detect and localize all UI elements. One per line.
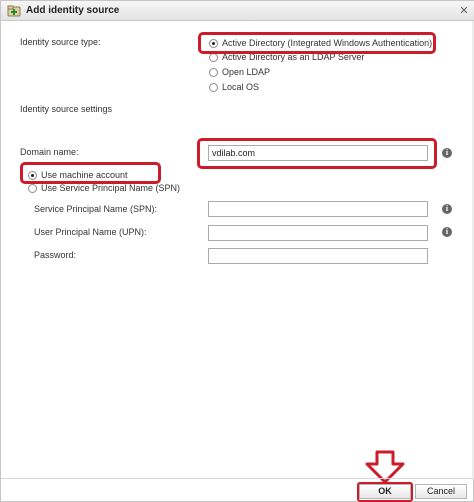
info-icon[interactable]: i (442, 148, 452, 158)
radio-button[interactable] (28, 183, 37, 193)
cancel-button[interactable]: Cancel (415, 484, 467, 499)
radio-local-os[interactable]: Local OS (209, 80, 259, 94)
radio-button[interactable] (28, 170, 37, 180)
radio-label: Use Service Principal Name (SPN) (41, 183, 181, 193)
footer-divider (1, 478, 474, 479)
domain-name-field[interactable] (208, 145, 428, 161)
add-identity-source-dialog: Add identity source ✕ Identity source ty… (0, 0, 474, 502)
radio-label: Active Directory as an LDAP Server (222, 52, 365, 62)
ok-button[interactable]: OK (359, 484, 411, 499)
close-icon[interactable]: ✕ (457, 4, 471, 18)
spn-field[interactable] (208, 201, 428, 217)
identity-source-settings-heading: Identity source settings (20, 104, 113, 114)
radio-use-spn[interactable]: Use Service Principal Name (SPN) (28, 181, 180, 195)
add-directory-icon (7, 4, 21, 18)
dialog-titlebar: Add identity source ✕ (1, 1, 474, 21)
radio-button[interactable] (209, 38, 218, 48)
radio-label: Open LDAP (222, 67, 271, 77)
radio-button[interactable] (209, 67, 218, 77)
domain-name-label: Domain name: (20, 147, 79, 157)
upn-field[interactable] (208, 225, 428, 241)
radio-active-directory-ldap[interactable]: Active Directory as an LDAP Server (209, 50, 364, 64)
dialog-title: Add identity source (26, 5, 120, 16)
upn-label: User Principal Name (UPN): (34, 227, 147, 237)
radio-use-machine-account[interactable]: Use machine account (28, 168, 128, 182)
identity-source-type-label: Identity source type: (20, 37, 101, 47)
spn-label: Service Principal Name (SPN): (34, 204, 158, 214)
password-field[interactable] (208, 248, 428, 264)
radio-label: Use machine account (41, 170, 128, 180)
radio-open-ldap[interactable]: Open LDAP (209, 65, 270, 79)
radio-label: Active Directory (Integrated Windows Aut… (222, 38, 433, 48)
info-icon[interactable]: i (442, 227, 452, 237)
radio-button[interactable] (209, 52, 218, 62)
radio-button[interactable] (209, 82, 218, 92)
info-icon[interactable]: i (442, 204, 452, 214)
radio-active-directory-iwa[interactable]: Active Directory (Integrated Windows Aut… (209, 36, 432, 50)
password-label: Password: (34, 250, 77, 260)
radio-label: Local OS (222, 82, 260, 92)
